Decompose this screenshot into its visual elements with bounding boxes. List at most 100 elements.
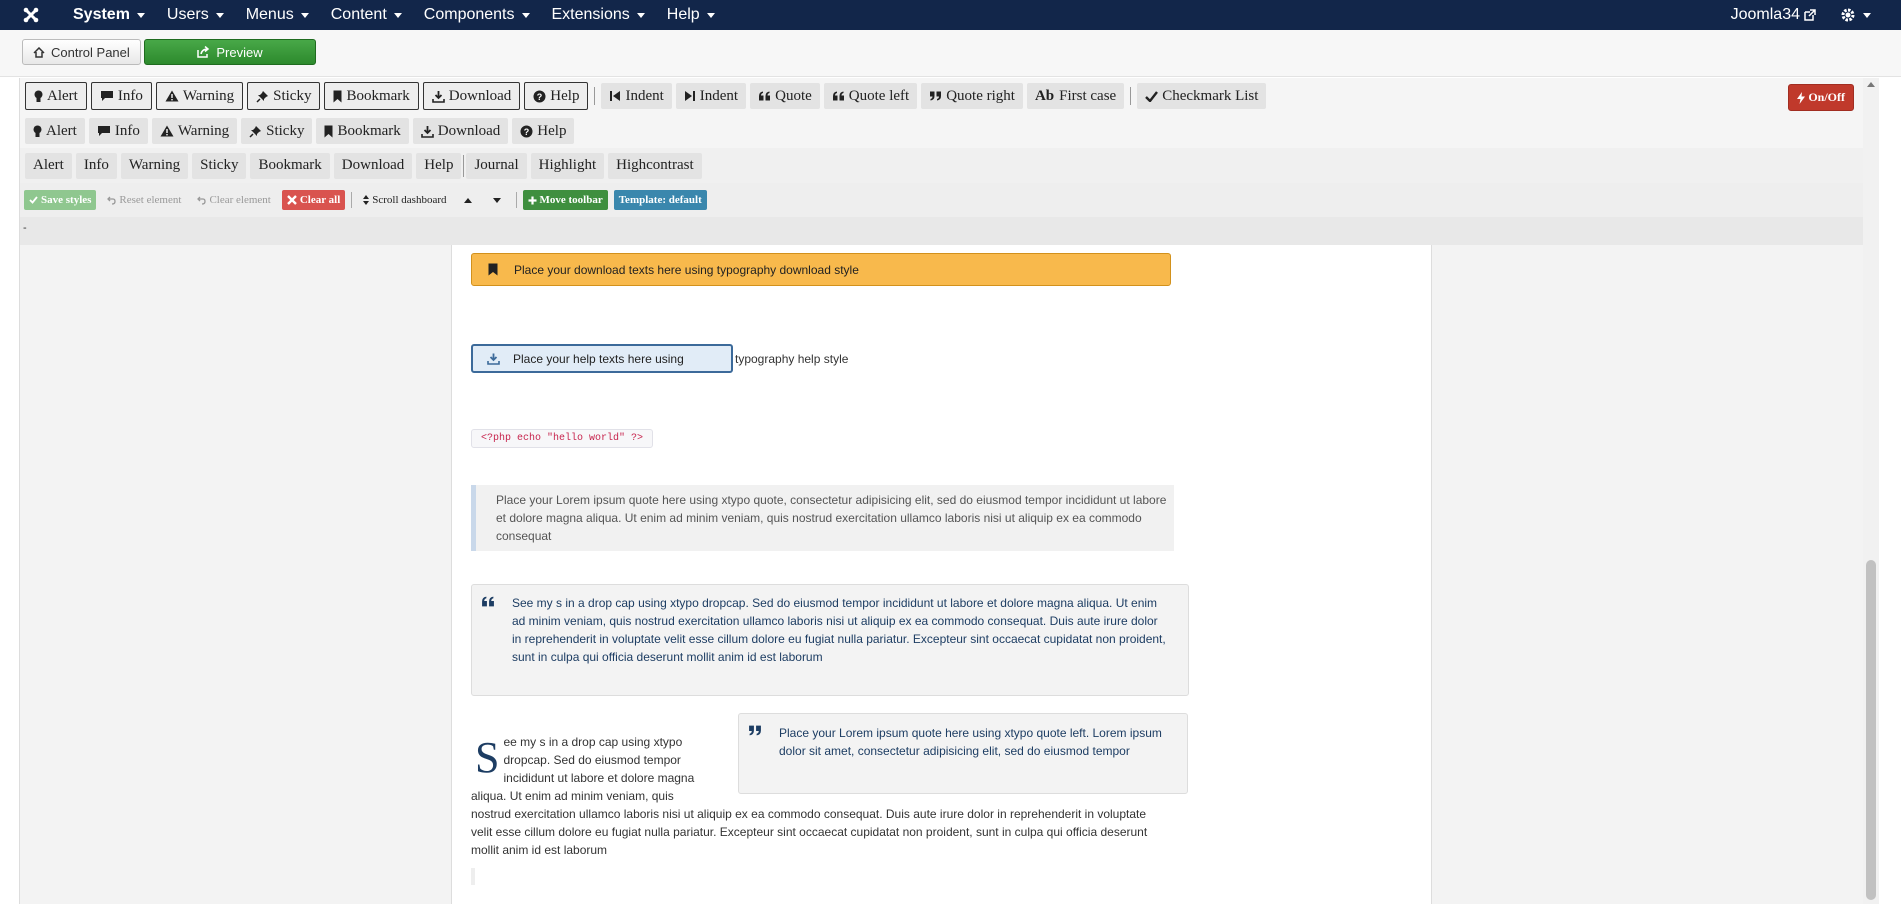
quote-right-label: Quote right — [946, 87, 1015, 104]
alert-button[interactable]: Alert — [25, 82, 87, 110]
toolbar-row-3: Alert Info Warning Sticky Bookmark Downl… — [20, 148, 1864, 184]
onoff-button[interactable]: On/Off — [1788, 84, 1854, 111]
move-toolbar-button[interactable]: Move toolbar — [522, 190, 608, 210]
settings-menu[interactable] — [1840, 7, 1871, 23]
bookmark-style-button[interactable]: Bookmark — [250, 152, 330, 179]
caret-down-icon — [492, 197, 501, 203]
lightbulb-icon — [34, 90, 43, 102]
warning-button[interactable]: Warning — [155, 82, 244, 110]
download-style-box[interactable]: Place your download texts here using typ… — [471, 253, 1171, 286]
warning-button-2[interactable]: Warning — [151, 118, 238, 144]
toolbar-row-4: Save styles Reset element Clear element … — [20, 183, 1864, 218]
first-case-button[interactable]: Ab First case — [1026, 83, 1125, 109]
outdent-button[interactable]: Indent — [601, 83, 672, 109]
download-button-2[interactable]: Download — [412, 118, 509, 144]
onoff-label: On/Off — [1808, 90, 1845, 104]
clear-all-button[interactable]: Clear all — [281, 190, 346, 210]
page-scrollbar[interactable] — [1863, 78, 1879, 904]
template-button[interactable]: Template: default — [613, 190, 707, 210]
menu-help[interactable]: Help — [656, 0, 726, 30]
scrollbar-thumb[interactable] — [1866, 560, 1876, 900]
alert-style-button[interactable]: Alert — [25, 152, 72, 179]
info-style-button[interactable]: Info — [75, 152, 117, 179]
scroll-up-arrow-icon[interactable] — [1867, 82, 1875, 87]
help-button[interactable]: ? Help — [524, 82, 589, 110]
quote-button[interactable]: Quote — [750, 83, 820, 109]
bookmark-button[interactable]: Bookmark — [324, 82, 419, 110]
caret-down-icon — [521, 12, 530, 18]
download-button[interactable]: Download — [422, 82, 521, 110]
menu-system-label: System — [73, 6, 130, 23]
joomla-logo-icon[interactable] — [16, 0, 46, 30]
download-style-button[interactable]: Download — [333, 152, 413, 179]
menu-menus-label: Menus — [245, 6, 294, 23]
xtypo-quote-block[interactable]: Place your Lorem ipsum quote here using … — [471, 485, 1174, 551]
info-button[interactable]: Info — [90, 82, 152, 110]
indent-button[interactable]: Indent — [675, 83, 747, 109]
preview-button[interactable]: Preview — [144, 39, 316, 65]
quote-right-icon — [930, 91, 942, 101]
dropcap-quote-block[interactable]: See my s in a drop cap using xtypo dropc… — [471, 584, 1189, 696]
menu-system[interactable]: System — [62, 0, 156, 30]
checkmark-list-button[interactable]: Checkmark List — [1137, 83, 1267, 109]
warning-style-button[interactable]: Warning — [120, 152, 189, 179]
download-icon — [431, 90, 445, 103]
download-label: Download — [448, 87, 512, 104]
warning-icon — [160, 125, 174, 137]
site-link[interactable]: Joomla34 — [1731, 6, 1816, 24]
menu-components[interactable]: Components — [413, 0, 541, 30]
scroll-dashboard-button[interactable]: Scroll dashboard — [358, 190, 451, 210]
help-button-2[interactable]: ? Help — [512, 118, 575, 144]
info-button-2[interactable]: Info — [88, 118, 148, 144]
menu-content[interactable]: Content — [320, 0, 413, 30]
bookmark-icon — [333, 90, 342, 102]
caret-up-icon — [463, 197, 472, 203]
toolbar-row-2: Alert Info Warning Sticky Bookmark Downl… — [20, 114, 1864, 149]
bookmark-button-2[interactable]: Bookmark — [316, 118, 409, 144]
menu-components-label: Components — [423, 6, 515, 23]
bookmark-label: Bookmark — [346, 87, 410, 104]
menu-extensions[interactable]: Extensions — [541, 0, 656, 30]
caret-down-icon — [1863, 12, 1871, 18]
scroll-up-button[interactable] — [458, 190, 481, 210]
clear-element-label: Clear element — [209, 194, 271, 206]
preview-canvas: Place your download texts here using typ… — [20, 245, 1864, 904]
undo-icon — [197, 196, 207, 205]
quote-left-button[interactable]: Quote left — [823, 83, 918, 109]
pin-icon — [249, 125, 262, 138]
alert-button-2[interactable]: Alert — [25, 118, 85, 144]
save-styles-button[interactable]: Save styles — [24, 190, 97, 210]
menu-extensions-label: Extensions — [551, 6, 630, 23]
first-case-label: First case — [1059, 87, 1117, 104]
highcontrast-button[interactable]: Highcontrast — [608, 152, 702, 179]
quote-right-button[interactable]: Quote right — [921, 83, 1023, 109]
sticky-style-button[interactable]: Sticky — [192, 152, 247, 179]
code-snippet[interactable]: <?php echo "hello world" ?> — [471, 429, 654, 448]
quote-left-block[interactable]: Place your Lorem ipsum quote here using … — [738, 713, 1188, 794]
help-label: Help — [424, 157, 454, 173]
menu-users[interactable]: Users — [156, 0, 235, 30]
help-style-box[interactable]: Place your help texts here using — [471, 344, 733, 373]
sticky-button-2[interactable]: Sticky — [241, 118, 313, 144]
journal-button[interactable]: Journal — [466, 152, 527, 179]
preview-label: Preview — [216, 44, 263, 60]
control-panel-button[interactable]: Control Panel — [22, 39, 141, 65]
clear-element-button[interactable]: Clear element — [192, 190, 275, 210]
menu-menus[interactable]: Menus — [235, 0, 320, 30]
help-style-button[interactable]: Help — [416, 152, 462, 179]
caret-down-icon — [300, 12, 309, 18]
caret-down-icon — [136, 12, 145, 18]
highlight-button[interactable]: Highlight — [530, 152, 605, 179]
scroll-down-button[interactable] — [487, 190, 510, 210]
help-row: Place your help texts here using typogra… — [471, 344, 848, 373]
reset-element-label: Reset element — [119, 194, 182, 206]
download-label: Download — [341, 157, 405, 173]
alert-label: Alert — [47, 87, 78, 104]
caret-down-icon — [706, 12, 715, 18]
help-text-rest: typography help style — [735, 351, 849, 366]
reset-element-button[interactable]: Reset element — [102, 190, 186, 210]
bolt-icon — [1797, 91, 1806, 104]
alert-label: Alert — [46, 122, 77, 139]
sticky-button[interactable]: Sticky — [247, 82, 321, 110]
warning-label: Warning — [182, 87, 235, 104]
